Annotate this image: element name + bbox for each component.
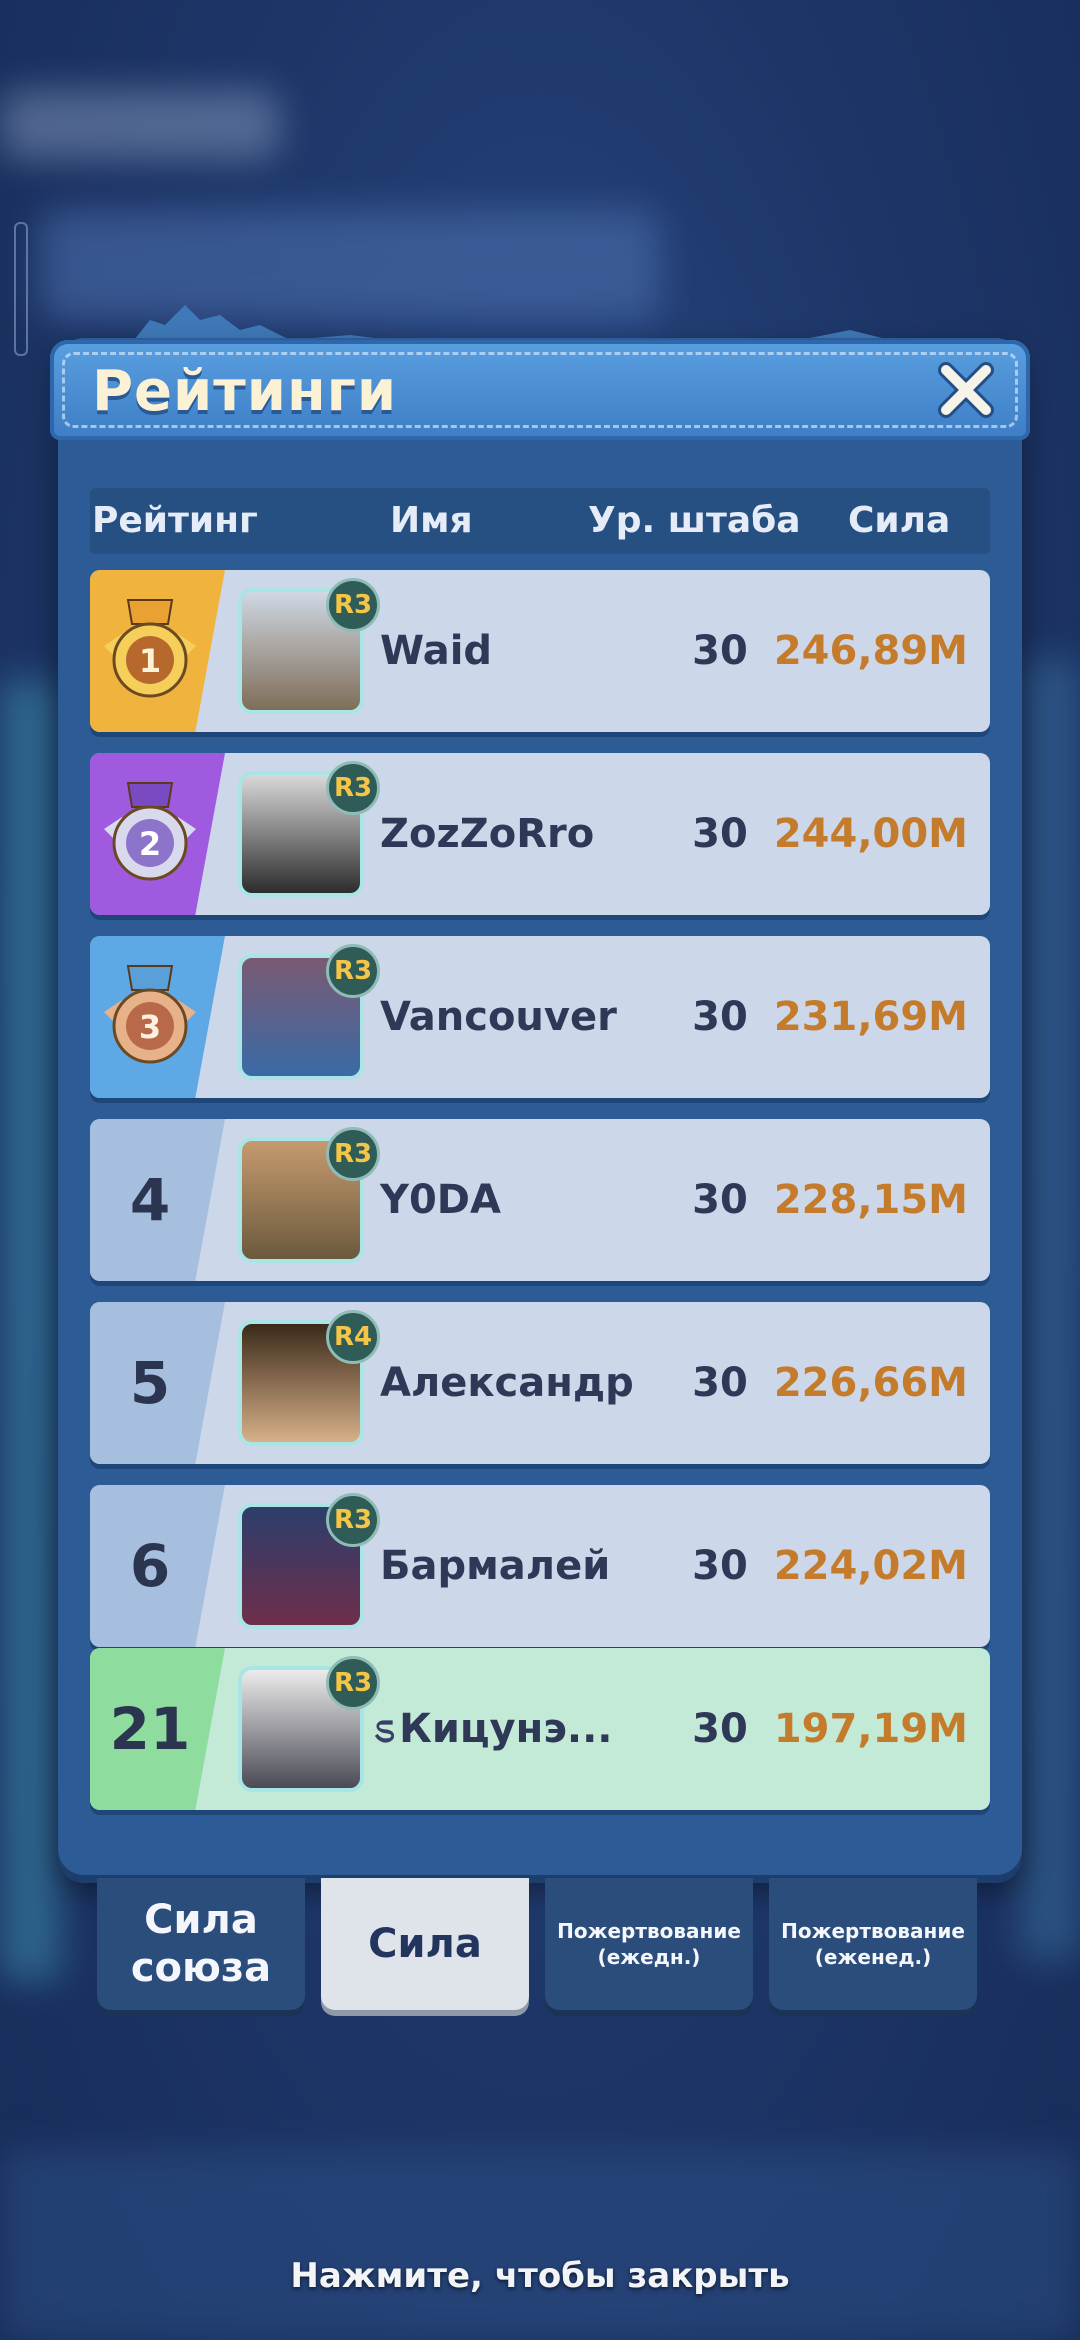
rank-role-badge: R3 bbox=[326, 1656, 380, 1710]
column-hq-level: Ур. штаба bbox=[588, 500, 801, 541]
player-name: Бармалей bbox=[380, 1543, 611, 1589]
ranking-row[interactable]: 2 R3 ZozZoRro 30 244,00M bbox=[90, 753, 990, 915]
rank-number: 6 bbox=[129, 1532, 171, 1600]
background-blur bbox=[1020, 660, 1080, 1960]
ranking-row[interactable]: 3 R3 Vancouver 30 231,69M bbox=[90, 936, 990, 1098]
power-value: 231,69M bbox=[773, 994, 968, 1040]
rank-number: 5 bbox=[129, 1349, 171, 1417]
rank-number: 1 bbox=[139, 642, 161, 680]
hq-level: 30 bbox=[692, 1543, 748, 1589]
column-rank: Рейтинг bbox=[92, 500, 258, 541]
tab-donation-weekly[interactable]: Пожертвование (еженед.) bbox=[769, 1878, 977, 2010]
column-power: Сила bbox=[848, 500, 951, 541]
player-name: Waid bbox=[380, 628, 493, 674]
background-blur bbox=[0, 680, 60, 1980]
tab-power[interactable]: Сила bbox=[321, 1878, 529, 2010]
player-name: ಽ Кицунэ... bbox=[374, 1648, 613, 1810]
player-name: ZozZoRro bbox=[380, 811, 595, 857]
tab-alliance-power[interactable]: Сила союза bbox=[97, 1878, 305, 2010]
name-decoration: ಽ bbox=[374, 1706, 396, 1752]
power-value: 197,19M bbox=[773, 1706, 968, 1752]
ranking-row[interactable]: 4 R3 Y0DA 30 228,15M bbox=[90, 1119, 990, 1281]
power-value: 246,89M bbox=[773, 628, 968, 674]
player-name-text: Кицунэ... bbox=[399, 1706, 613, 1752]
my-ranking-row[interactable]: 21 R3 ಽ Кицунэ... 30 197,19M bbox=[90, 1648, 990, 1810]
rank-number: 3 bbox=[139, 1008, 161, 1046]
player-name: Y0DA bbox=[380, 1177, 501, 1223]
tab-donation-daily[interactable]: Пожертвование (ежедн.) bbox=[545, 1878, 753, 2010]
hq-level: 30 bbox=[692, 994, 748, 1040]
hq-level: 30 bbox=[692, 811, 748, 857]
rank-number: 2 bbox=[139, 825, 161, 863]
page-title: Рейтинги bbox=[92, 359, 398, 424]
column-name: Имя bbox=[390, 500, 473, 541]
tap-to-close-hint[interactable]: Нажмите, чтобы закрыть bbox=[0, 2256, 1080, 2296]
power-value: 224,02M bbox=[773, 1543, 968, 1589]
player-name: Александр bbox=[380, 1360, 634, 1406]
hq-level: 30 bbox=[692, 628, 748, 674]
ranking-row[interactable]: 1 R3 Waid 30 246,89M bbox=[90, 570, 990, 732]
power-value: 228,15M bbox=[773, 1177, 968, 1223]
player-name: Vancouver bbox=[380, 994, 617, 1040]
close-icon[interactable] bbox=[936, 360, 996, 420]
scroll-indicator bbox=[14, 222, 28, 356]
rank-role-badge: R3 bbox=[326, 1127, 380, 1181]
background-blur bbox=[0, 90, 280, 160]
medal-icon: 1 bbox=[104, 599, 196, 698]
hq-level: 30 bbox=[692, 1360, 748, 1406]
tab-label: Пожертвование (ежедн.) bbox=[557, 1919, 741, 1969]
hq-level: 30 bbox=[692, 1706, 748, 1752]
rank-role-badge: R3 bbox=[326, 761, 380, 815]
medal-icon: 3 bbox=[104, 965, 196, 1064]
medal-icon: 2 bbox=[104, 782, 196, 881]
tab-label: Пожертвование (еженед.) bbox=[781, 1919, 965, 1969]
rank-number: 21 bbox=[109, 1695, 191, 1763]
ranking-row[interactable]: 6 R3 Бармалей 30 224,02M bbox=[90, 1485, 990, 1647]
tab-label: Сила bbox=[368, 1921, 482, 1967]
rank-role-badge: R3 bbox=[326, 578, 380, 632]
power-value: 244,00M bbox=[773, 811, 968, 857]
background-blur bbox=[0, 2150, 1080, 2340]
power-value: 226,66M bbox=[773, 1360, 968, 1406]
rank-role-badge: R3 bbox=[326, 944, 380, 998]
rank-number: 4 bbox=[129, 1166, 171, 1234]
rank-role-badge: R3 bbox=[326, 1493, 380, 1547]
rank-role-badge: R4 bbox=[326, 1310, 380, 1364]
hq-level: 30 bbox=[692, 1177, 748, 1223]
tab-label: Сила союза bbox=[130, 1897, 272, 1991]
ranking-row[interactable]: 5 R4 Александр 30 226,66M bbox=[90, 1302, 990, 1464]
